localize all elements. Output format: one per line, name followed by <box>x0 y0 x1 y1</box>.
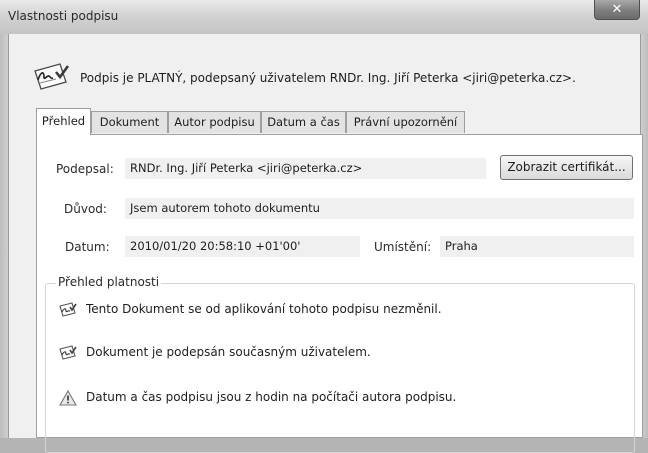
signature-properties-window: Vlastnosti podpisu ✕ Podpis je PLATNÝ, p… <box>0 0 648 453</box>
tab-dokument[interactable]: Dokument <box>91 111 168 133</box>
signer-label: Podepsal: <box>56 162 114 176</box>
window-title: Vlastnosti podpisu <box>8 9 119 23</box>
date-value: 2010/01/20 20:58:10 +01'00' <box>125 236 360 257</box>
validity-item-text: Dokument je podepsán současným uživatele… <box>86 345 371 359</box>
validity-item-text: Tento Dokument se od aplikování tohoto p… <box>86 302 442 316</box>
signature-valid-icon <box>34 63 70 90</box>
signer-value: RNDr. Ing. Jiří Peterka <jiri@peterka.cz… <box>125 158 486 179</box>
reason-value: Jsem autorem tohoto dokumentu <box>125 198 634 219</box>
tab-datum-a-cas[interactable]: Datum a čas <box>261 111 346 133</box>
date-label: Datum: <box>65 240 110 254</box>
reason-label: Důvod: <box>64 202 107 216</box>
close-icon: ✕ <box>611 2 623 17</box>
signature-status: Podpis je PLATNÝ, podepsaný uživatelem R… <box>32 62 592 92</box>
tab-prehled[interactable]: Přehled <box>36 108 91 135</box>
title-bar[interactable]: Vlastnosti podpisu ✕ <box>0 0 648 34</box>
validity-item-text: Datum a čas podpisu jsou z hodin na počí… <box>86 390 457 404</box>
signature-status-text: Podpis je PLATNÝ, podepsaný uživatelem R… <box>80 71 576 85</box>
location-label: Umístění: <box>374 240 432 254</box>
close-button[interactable]: ✕ <box>594 0 640 20</box>
validity-summary-group: Přehled platnosti Tento Dokument se od a… <box>45 275 635 453</box>
window-left-frame <box>0 34 9 438</box>
show-certificate-button[interactable]: Zobrazit certifikát... <box>500 155 633 180</box>
document-unchanged-icon <box>59 302 77 317</box>
tab-pravni-upozorneni[interactable]: Právní upozornění <box>346 111 465 133</box>
signer-valid-icon <box>59 345 77 360</box>
location-value: Praha <box>440 236 634 257</box>
tab-panel-prehled: Podepsal: RNDr. Ing. Jiří Peterka <jiri@… <box>36 134 643 453</box>
validity-summary-title: Přehled platnosti <box>56 275 162 289</box>
tab-autor-podpisu[interactable]: Autor podpisu <box>168 111 261 133</box>
warning-icon <box>59 389 77 406</box>
